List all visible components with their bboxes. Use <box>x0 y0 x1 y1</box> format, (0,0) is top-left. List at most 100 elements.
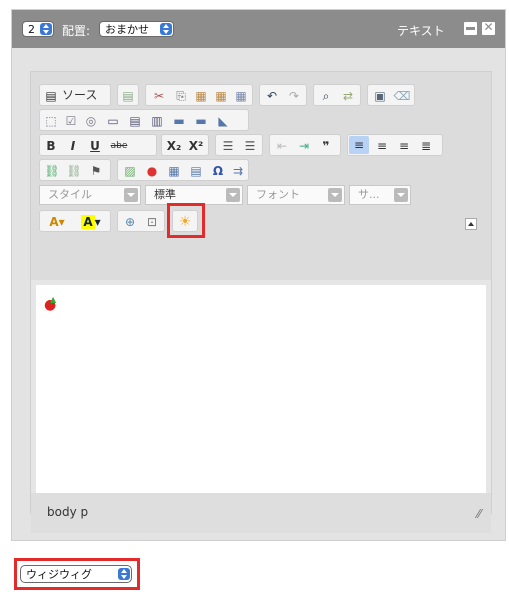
collapse-toolbar-button[interactable] <box>465 218 477 230</box>
image-button-icon[interactable]: ▬ <box>192 110 210 132</box>
align-center-icon[interactable]: ≡ <box>372 135 392 157</box>
form-icon[interactable]: ⬚ <box>42 110 60 132</box>
maximize-icon[interactable]: ⊕ <box>120 211 140 233</box>
dropdown-arrow-icon <box>394 188 408 202</box>
justify-icon[interactable]: ≣ <box>416 135 436 157</box>
document-icon: ▤ <box>45 89 57 103</box>
emoticon-highlight-box <box>167 203 205 238</box>
align-group: ≡ ≡ ≡ ≣ <box>347 134 443 156</box>
bg-color-icon[interactable]: A ▾ <box>76 211 106 233</box>
form-elements-group: ⬚ ☑ ◎ ▭ ▤ ▥ ▬ ▬ ◣ <box>39 109 249 131</box>
indent-group: ⇤ ⇥ ❞ <box>269 134 341 156</box>
align-right-icon[interactable]: ≡ <box>394 135 414 157</box>
format-combo[interactable]: 標準 <box>145 185 243 205</box>
dropdown-arrow-icon <box>328 188 342 202</box>
block-type-label: テキスト <box>397 24 445 38</box>
underline-icon[interactable]: U <box>86 135 104 157</box>
align-left-icon[interactable]: ≡ <box>349 136 369 154</box>
bold-icon[interactable]: B <box>42 135 60 157</box>
link-group: ⛓ ⛓ ⚑ <box>39 159 111 181</box>
indent-icon[interactable]: ⇥ <box>294 135 314 157</box>
size-combo[interactable]: サ... <box>349 185 411 205</box>
redo-icon[interactable]: ↷ <box>284 85 304 107</box>
editor-content-area[interactable]: ● ▲ <box>36 285 486 493</box>
table-icon[interactable]: ▦ <box>164 160 184 182</box>
source-button[interactable]: ▤ ソース <box>39 84 111 106</box>
align-select[interactable]: おまかせ <box>99 21 174 37</box>
special-char-icon[interactable]: Ω <box>208 160 228 182</box>
superscript-icon[interactable]: X² <box>186 135 206 157</box>
show-blocks-icon[interactable]: ⊡ <box>142 211 162 233</box>
text-style-group: B I U abe <box>39 134 157 156</box>
panel-header: 2 配置: おまかせ テキスト ✕ <box>12 10 505 48</box>
editor-status-bar: body p ⁄⁄ <box>31 493 491 533</box>
checkbox-icon[interactable]: ☑ <box>62 110 80 132</box>
paste-icon[interactable]: ▦ <box>192 85 210 107</box>
link-icon[interactable]: ⛓ <box>42 160 62 182</box>
hidden-field-icon[interactable]: ◣ <box>214 110 232 132</box>
source-button-label: ソース <box>62 88 98 102</box>
bulleted-list-icon[interactable]: ☰ <box>240 135 260 157</box>
radio-icon[interactable]: ◎ <box>82 110 100 132</box>
page-break-icon[interactable]: ⇉ <box>228 160 248 182</box>
templates-button[interactable]: ▤ <box>117 84 139 106</box>
italic-icon[interactable]: I <box>64 135 82 157</box>
subscript-icon[interactable]: X₂ <box>164 135 184 157</box>
numbered-list-icon[interactable]: ☰ <box>218 135 238 157</box>
select-field-icon[interactable]: ▥ <box>148 110 166 132</box>
resize-handle-icon[interactable]: ⁄⁄ <box>477 507 481 521</box>
find-icon[interactable]: ⌕ <box>316 85 336 107</box>
triangle-up-icon <box>468 222 474 226</box>
templates-icon: ▤ <box>122 89 134 103</box>
textarea-icon[interactable]: ▤ <box>126 110 144 132</box>
rich-text-editor: ▤ ソース ▤ ✂ ⎘ ▦ ▦ ▦ ↶ ↷ ⌕ ⇄ ▣ ⌫ ⬚ ☑ ◎ ▭ ▤ … <box>30 71 492 533</box>
button-field-icon[interactable]: ▬ <box>170 110 188 132</box>
blockquote-icon[interactable]: ❞ <box>316 135 336 157</box>
replace-icon[interactable]: ⇄ <box>338 85 358 107</box>
align-select-value: おまかせ <box>105 23 149 36</box>
close-icon[interactable]: ✕ <box>482 20 495 35</box>
script-group: X₂ X² <box>161 134 209 156</box>
strikethrough-icon[interactable]: abe <box>108 135 130 157</box>
history-group: ↶ ↷ <box>259 84 307 106</box>
select-arrows-icon <box>160 23 172 35</box>
textfield-icon[interactable]: ▭ <box>104 110 122 132</box>
image-icon[interactable]: ▨ <box>120 160 140 182</box>
minimize-icon[interactable] <box>464 22 477 35</box>
remove-format-icon[interactable]: ⌫ <box>392 85 412 107</box>
select-group: ▣ ⌫ <box>367 84 415 106</box>
paste-text-icon[interactable]: ▦ <box>212 85 230 107</box>
style-combo-value: スタイル <box>48 188 92 201</box>
dropdown-arrow-icon <box>226 188 240 202</box>
outdent-icon[interactable]: ⇤ <box>272 135 292 157</box>
undo-icon[interactable]: ↶ <box>262 85 282 107</box>
unlink-icon[interactable]: ⛓ <box>64 160 84 182</box>
tools-group: ⊕ ⊡ <box>117 210 165 232</box>
flash-icon[interactable]: ● <box>142 160 162 182</box>
format-combo-value: 標準 <box>154 188 176 201</box>
horizontal-rule-icon[interactable]: ▤ <box>186 160 206 182</box>
mode-highlight-box <box>14 558 140 590</box>
list-group: ☰ ☰ <box>215 134 263 156</box>
align-label: 配置: <box>62 24 91 38</box>
paste-word-icon[interactable]: ▦ <box>232 85 250 107</box>
select-all-icon[interactable]: ▣ <box>370 85 390 107</box>
size-combo-value: サ... <box>358 188 380 201</box>
anchor-flag-icon[interactable]: ⚑ <box>86 160 106 182</box>
editor-toolbar: ▤ ソース ▤ ✂ ⎘ ▦ ▦ ▦ ↶ ↷ ⌕ ⇄ ▣ ⌫ ⬚ ☑ ◎ ▭ ▤ … <box>31 72 491 280</box>
element-path[interactable]: body p <box>47 505 88 519</box>
text-color-icon[interactable]: A▾ <box>42 211 72 233</box>
style-combo[interactable]: スタイル <box>39 185 141 205</box>
content-block-panel: 2 配置: おまかせ テキスト ✕ ▤ ソース ▤ ✂ ⎘ ▦ ▦ ▦ ↶ ↷ … <box>11 9 506 541</box>
size-select-value: 2 <box>28 23 35 36</box>
find-group: ⌕ ⇄ <box>313 84 361 106</box>
font-combo-value: フォント <box>256 188 300 201</box>
select-arrows-icon <box>40 23 52 35</box>
insert-group: ▨ ● ▦ ▤ Ω ⇉ <box>117 159 249 181</box>
font-combo[interactable]: フォント <box>247 185 345 205</box>
size-select[interactable]: 2 <box>22 21 54 37</box>
cut-icon[interactable]: ✂ <box>150 85 168 107</box>
apple-leaf-icon: ▲ <box>50 295 57 304</box>
clipboard-group: ✂ ⎘ ▦ ▦ ▦ <box>145 84 253 106</box>
copy-icon[interactable]: ⎘ <box>172 85 190 107</box>
